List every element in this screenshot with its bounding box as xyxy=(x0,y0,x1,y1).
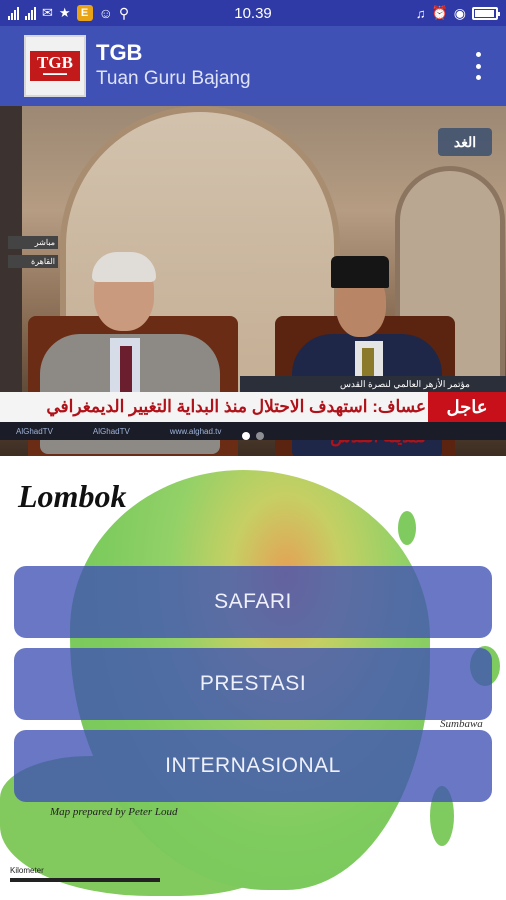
left-tag: مباشر xyxy=(8,236,58,249)
app-titles: TGB Tuan Guru Bajang xyxy=(96,40,251,92)
bell-icon: ♫ xyxy=(415,5,426,21)
battery-icon xyxy=(472,6,500,20)
left-tags: مباشر القاهرة xyxy=(8,236,58,268)
map-title: Lombok xyxy=(18,478,127,514)
pillar-decoration xyxy=(0,106,22,436)
left-tag: القاهرة xyxy=(8,255,58,268)
logo-text: TGB xyxy=(37,52,73,72)
app-logo[interactable]: TGB ▬▬▬▬ xyxy=(24,35,86,97)
slider-page-indicator xyxy=(0,432,506,444)
status-time: 10.39 xyxy=(234,4,272,22)
messenger-icon: ✉ xyxy=(42,5,53,20)
status-bar: ✉ ★ E ☺ ⚲ 10.39 ♫ ⏰ ◉ xyxy=(0,0,506,26)
e-badge-icon: E xyxy=(76,5,93,21)
ticker-headline: عساف: استهدف الاحتلال منذ البداية التغيي… xyxy=(46,397,426,446)
map-scale-bar xyxy=(10,878,160,882)
logo-mark: TGB ▬▬▬▬ xyxy=(30,51,80,81)
signal-2-icon xyxy=(25,6,36,20)
alarm-icon: ⏰ xyxy=(431,5,448,20)
overflow-menu-icon[interactable] xyxy=(474,52,482,80)
safari-button[interactable]: SAFARI xyxy=(14,566,492,638)
app-bar: TGB ▬▬▬▬ TGB Tuan Guru Bajang xyxy=(0,26,506,106)
app-title: TGB xyxy=(96,40,143,65)
person-left-hair xyxy=(92,252,156,282)
signal-icon xyxy=(8,6,19,20)
logo-subtext: ▬▬▬▬ xyxy=(43,70,67,77)
ticker-caption: مؤتمر الأزهر العالمي لنصرة القدس xyxy=(240,376,506,392)
person-right-hat xyxy=(331,256,389,288)
eye-icon: ◉ xyxy=(453,4,466,21)
battery-fill xyxy=(475,9,494,17)
channel-logo: الغد xyxy=(438,128,492,156)
map-scale-label: Kilometer xyxy=(10,866,44,875)
internasional-button[interactable]: INTERNASIONAL xyxy=(14,730,492,802)
prestasi-button[interactable]: PRESTASI xyxy=(14,648,492,720)
usb-icon: ⚲ xyxy=(118,4,130,21)
app-subtitle: Tuan Guru Bajang xyxy=(96,68,251,89)
slider-dot[interactable] xyxy=(242,432,250,440)
status-left-icons: ✉ ★ E ☺ ⚲ xyxy=(8,5,129,22)
ticker-flag: عاجل xyxy=(428,392,506,422)
cat-icon: ☺ xyxy=(98,5,113,21)
slider-dot[interactable] xyxy=(256,432,264,440)
image-slider[interactable]: مباشر القاهرة الغد مؤتمر الأزهر العالمي … xyxy=(0,106,506,456)
map-credit: Map prepared by Peter Loud xyxy=(50,806,178,818)
islet-shape xyxy=(398,511,416,545)
status-right-icons: ♫ ⏰ ◉ xyxy=(415,4,500,22)
star-icon: ★ xyxy=(58,5,71,20)
